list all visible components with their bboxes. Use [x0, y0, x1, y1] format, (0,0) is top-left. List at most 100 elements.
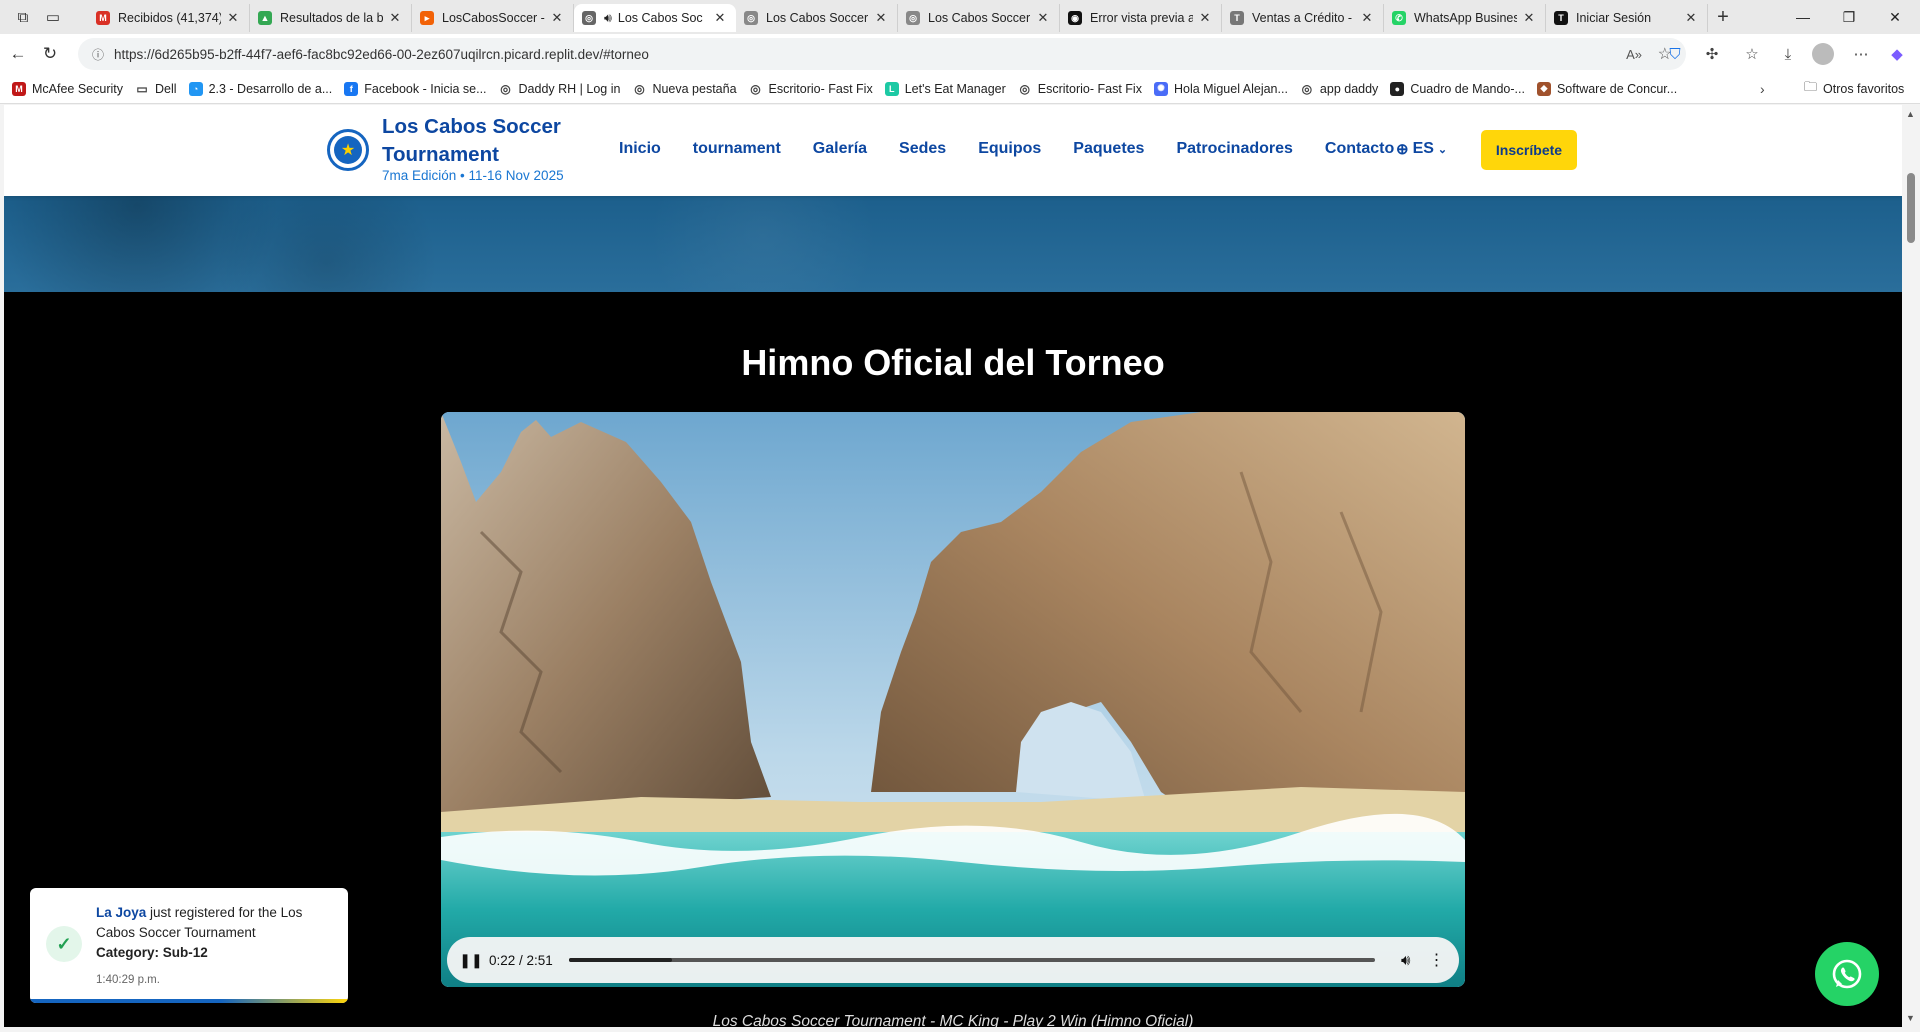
- registration-toast[interactable]: ✓ La Joya just registered for the Los Ca…: [30, 888, 348, 1003]
- favorites-icon[interactable]: ☆: [1737, 38, 1767, 70]
- bookmark-label: Hola Miguel Alejan...: [1173, 81, 1288, 96]
- new-tab-button[interactable]: +: [1708, 6, 1738, 29]
- browser-tab[interactable]: ▲ Resultados de la bús ✕: [250, 4, 412, 32]
- scroll-down-icon[interactable]: ▼: [1906, 1013, 1915, 1023]
- browser-tab[interactable]: T Iniciar Sesión ✕: [1546, 4, 1708, 32]
- tab-close-icon[interactable]: ✕: [1359, 10, 1375, 26]
- tab-close-icon[interactable]: ✕: [1035, 10, 1051, 26]
- workspaces-icon[interactable]: ⧉: [8, 0, 38, 34]
- page-scrollbar[interactable]: ▲ ▼: [1902, 105, 1920, 1027]
- nav-link[interactable]: Paquetes: [1073, 140, 1144, 158]
- address-bar[interactable]: ⓘ https://6d265b95-b2ff-44f7-aef6-fac8bc…: [78, 38, 1686, 70]
- bookmark-item[interactable]: ◎ Escritorio- Fast Fix: [748, 81, 873, 96]
- bookmark-item[interactable]: M McAfee Security: [12, 81, 123, 96]
- bookmark-item[interactable]: f Facebook - Inicia se...: [344, 81, 487, 96]
- browser-tab[interactable]: ◉ Error vista previa a ✕: [1060, 4, 1222, 32]
- bookmark-icon: ▭: [135, 81, 150, 96]
- scroll-up-icon[interactable]: ▲: [1906, 109, 1915, 119]
- whatsapp-button[interactable]: [1815, 942, 1879, 1006]
- bookmark-item[interactable]: ◔ 2.3 - Desarrollo de a...: [188, 81, 332, 96]
- bookmark-item[interactable]: ✺ Hola Miguel Alejan...: [1153, 81, 1288, 96]
- nav-link[interactable]: Galería: [813, 140, 867, 158]
- scrollbar-thumb[interactable]: [1907, 173, 1915, 243]
- browser-tab[interactable]: ✆ WhatsApp Business ✕: [1384, 4, 1546, 32]
- downloads-icon[interactable]: ⤓: [1773, 38, 1803, 70]
- bookmark-item[interactable]: ● Cuadro de Mando-...: [1390, 81, 1525, 96]
- main-nav: Inicio tournament Galería Sedes Equipos Paque…: [619, 140, 1426, 158]
- back-icon[interactable]: ←: [4, 40, 32, 68]
- bookmark-item[interactable]: ◎ Daddy RH | Log in: [498, 81, 620, 96]
- nav-link[interactable]: Sedes: [899, 140, 946, 158]
- read-aloud-icon[interactable]: A»: [1626, 47, 1642, 62]
- bookmark-item[interactable]: L Let's Eat Manager: [884, 81, 1006, 96]
- browser-tab[interactable]: T Ventas a Crédito - ✕: [1222, 4, 1384, 32]
- register-button[interactable]: Inscríbete: [1481, 130, 1577, 170]
- tab-favicon-icon: ◎: [582, 11, 596, 25]
- address-toolbar: ← ↻ ⓘ https://6d265b95-b2ff-44f7-aef6-fa…: [0, 34, 1920, 74]
- toast-progress-bar: [30, 999, 348, 1003]
- tab-close-icon[interactable]: ✕: [1521, 10, 1537, 26]
- anthem-video-player[interactable]: ❚❚ 0:22 / 2:51 🔊︎ ⋮: [441, 412, 1465, 987]
- toast-team: La Joya: [96, 905, 147, 920]
- close-window-icon[interactable]: ✕: [1872, 0, 1918, 34]
- browser-tab[interactable]: ◎ Los Cabos Soccer T ✕: [898, 4, 1060, 32]
- tournament-logo[interactable]: ★: [327, 129, 369, 171]
- bookmark-item[interactable]: ◎ app daddy: [1299, 81, 1379, 96]
- tab-close-icon[interactable]: ✕: [225, 10, 241, 26]
- extensions-icon[interactable]: ✣: [1697, 38, 1727, 70]
- tab-audio-icon[interactable]: 🔊︎: [604, 11, 612, 26]
- bookmark-label: Software de Concur...: [1556, 81, 1678, 96]
- nav-link[interactable]: Contacto: [1325, 140, 1394, 158]
- tab-close-icon[interactable]: ✕: [549, 10, 565, 26]
- minimize-icon[interactable]: —: [1780, 0, 1826, 34]
- browser-tab[interactable]: ▸ LosCabosSoccer - R ✕: [412, 4, 574, 32]
- tab-title: Recibidos (41,374): [118, 11, 221, 25]
- brand-title[interactable]: Los Cabos Soccer Tournament: [382, 113, 582, 169]
- more-options-icon[interactable]: ⋮: [1428, 950, 1444, 970]
- vertical-tabs-icon[interactable]: ▭: [38, 0, 68, 34]
- browser-tab-strip: ⧉ ▭ M Recibidos (41,374) ✕ ▲ Resultados de l…: [0, 0, 1920, 34]
- profile-avatar[interactable]: [1808, 38, 1838, 70]
- bookmark-icon: f: [344, 81, 359, 96]
- tab-close-icon[interactable]: ✕: [387, 10, 403, 26]
- tab-title: Los Cabos Soccer T: [766, 11, 869, 25]
- nav-link[interactable]: tournament: [693, 140, 781, 158]
- nav-link[interactable]: Equipos: [978, 140, 1041, 158]
- restore-icon[interactable]: ❐: [1826, 0, 1872, 34]
- nav-link[interactable]: Inicio: [619, 140, 661, 158]
- browser-tab[interactable]: ◎ 🔊︎ Los Cabos Soc ✕: [574, 4, 736, 32]
- bookmark-label: app daddy: [1319, 81, 1379, 96]
- site-info-icon[interactable]: ⓘ: [92, 46, 104, 63]
- browser-tab[interactable]: ◎ Los Cabos Soccer T ✕: [736, 4, 898, 32]
- tab-close-icon[interactable]: ✕: [1683, 10, 1699, 26]
- video-progress-bar[interactable]: [569, 958, 1375, 962]
- bookmark-icon: ◎: [498, 81, 513, 96]
- bookmark-label: Cuadro de Mando-...: [1410, 81, 1525, 96]
- tab-favicon-icon: T: [1554, 11, 1568, 25]
- bookmarks-overflow-icon[interactable]: ›: [1760, 81, 1765, 97]
- tab-close-icon[interactable]: ✕: [1197, 10, 1213, 26]
- tab-title: Error vista previa a: [1090, 11, 1193, 25]
- settings-more-icon[interactable]: ⋯: [1846, 38, 1876, 70]
- refresh-icon[interactable]: ↻: [36, 40, 64, 68]
- tab-close-icon[interactable]: ✕: [873, 10, 889, 26]
- tab-close-icon[interactable]: ✕: [712, 10, 728, 26]
- bookmark-item[interactable]: ◎ Escritorio- Fast Fix: [1017, 81, 1142, 96]
- other-favorites[interactable]: 🗀 Otros favoritos: [1804, 78, 1904, 100]
- bookmark-item[interactable]: ◆ Software de Concur...: [1536, 81, 1678, 96]
- tab-favicon-icon: ✆: [1392, 11, 1406, 25]
- browser-tab[interactable]: M Recibidos (41,374) ✕: [88, 4, 250, 32]
- bookmark-icon: M: [12, 81, 26, 96]
- pause-icon[interactable]: ❚❚: [459, 948, 483, 972]
- bookmark-icon: L: [884, 81, 899, 96]
- tab-favicon-icon: ▲: [258, 11, 272, 25]
- shield-icon[interactable]: ⛉: [1660, 38, 1690, 70]
- bookmark-item[interactable]: ▭ Dell: [135, 81, 177, 96]
- nav-link[interactable]: Patrocinadores: [1176, 140, 1292, 158]
- site-header: ★ Los Cabos Soccer Tournament 7ma Edició…: [4, 105, 1902, 196]
- tab-title: Los Cabos Soc: [617, 11, 703, 25]
- language-selector[interactable]: ⊕ ES ⌄: [1396, 140, 1447, 158]
- bookmark-item[interactable]: ◎ Nueva pestaña: [632, 81, 737, 96]
- volume-icon[interactable]: 🔊︎: [1401, 952, 1410, 969]
- copilot-icon[interactable]: ◆: [1882, 38, 1912, 70]
